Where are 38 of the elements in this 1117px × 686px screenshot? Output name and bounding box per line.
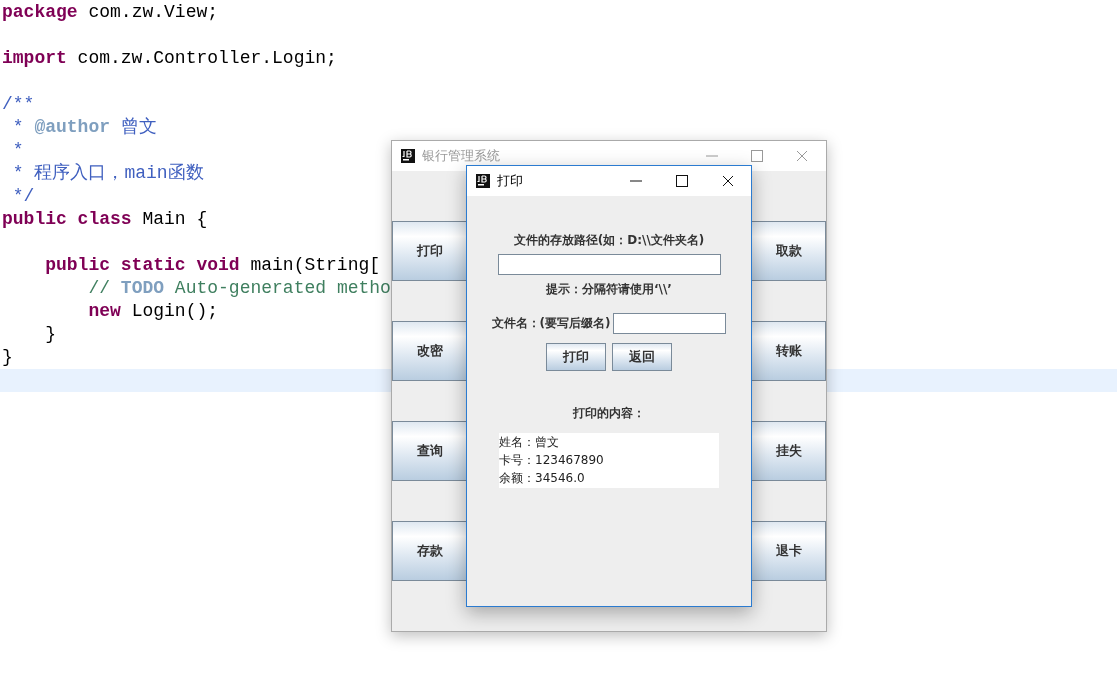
code-line: * 程序入口，main函数 <box>11 162 204 185</box>
dialog-button[interactable]: 打印 <box>546 343 606 371</box>
window-title: 银行管理系统 <box>422 147 501 165</box>
window-title: 打印 <box>497 172 524 190</box>
maximize-icon[interactable] <box>676 175 688 187</box>
content-line: 余额：34546.0 <box>499 470 585 487</box>
code-line: } <box>1 346 13 369</box>
code-line: // TODO Auto-generated metho <box>87 277 391 300</box>
code-line: public static void main(String[ <box>44 254 381 277</box>
field-label: 文件名：(要写后缀名) <box>491 315 611 332</box>
menu-button[interactable]: 打印 <box>392 221 467 281</box>
content-line: 姓名：曾文 <box>499 434 559 451</box>
code-line: * <box>11 139 24 162</box>
code-line: /** <box>1 93 35 116</box>
content-line: 卡号：123467890 <box>499 452 604 469</box>
hint-text: 提示：分隔符请使用‘\\’ <box>546 281 672 298</box>
field-label: 文件的存放路径(如：D:\\文件夹名) <box>513 232 705 249</box>
code-line: package com.zw.View; <box>1 1 219 24</box>
menu-button[interactable]: 改密 <box>392 321 467 381</box>
menu-button[interactable]: 取款 <box>751 221 826 281</box>
section-label: 打印的内容： <box>573 405 645 422</box>
filename-input-field[interactable] <box>613 313 727 334</box>
app-icon <box>476 174 490 188</box>
code-line: */ <box>11 185 35 208</box>
code-line: new Login(); <box>87 300 219 323</box>
code-line: } <box>44 323 56 346</box>
menu-button[interactable]: 转账 <box>751 321 826 381</box>
menu-button[interactable]: 退卡 <box>751 521 826 581</box>
menu-button[interactable]: 查询 <box>392 421 467 481</box>
code-line: * @author 曾文 <box>11 116 157 139</box>
app-icon <box>401 149 415 163</box>
menu-button[interactable]: 存款 <box>392 521 467 581</box>
close-icon[interactable] <box>722 175 734 187</box>
dialog-button[interactable]: 返回 <box>612 343 672 371</box>
code-line: public class Main { <box>1 208 208 231</box>
menu-button[interactable]: 挂失 <box>751 421 826 481</box>
path-input-field[interactable] <box>497 254 721 275</box>
code-line: import com.zw.Controller.Login; <box>1 47 337 70</box>
